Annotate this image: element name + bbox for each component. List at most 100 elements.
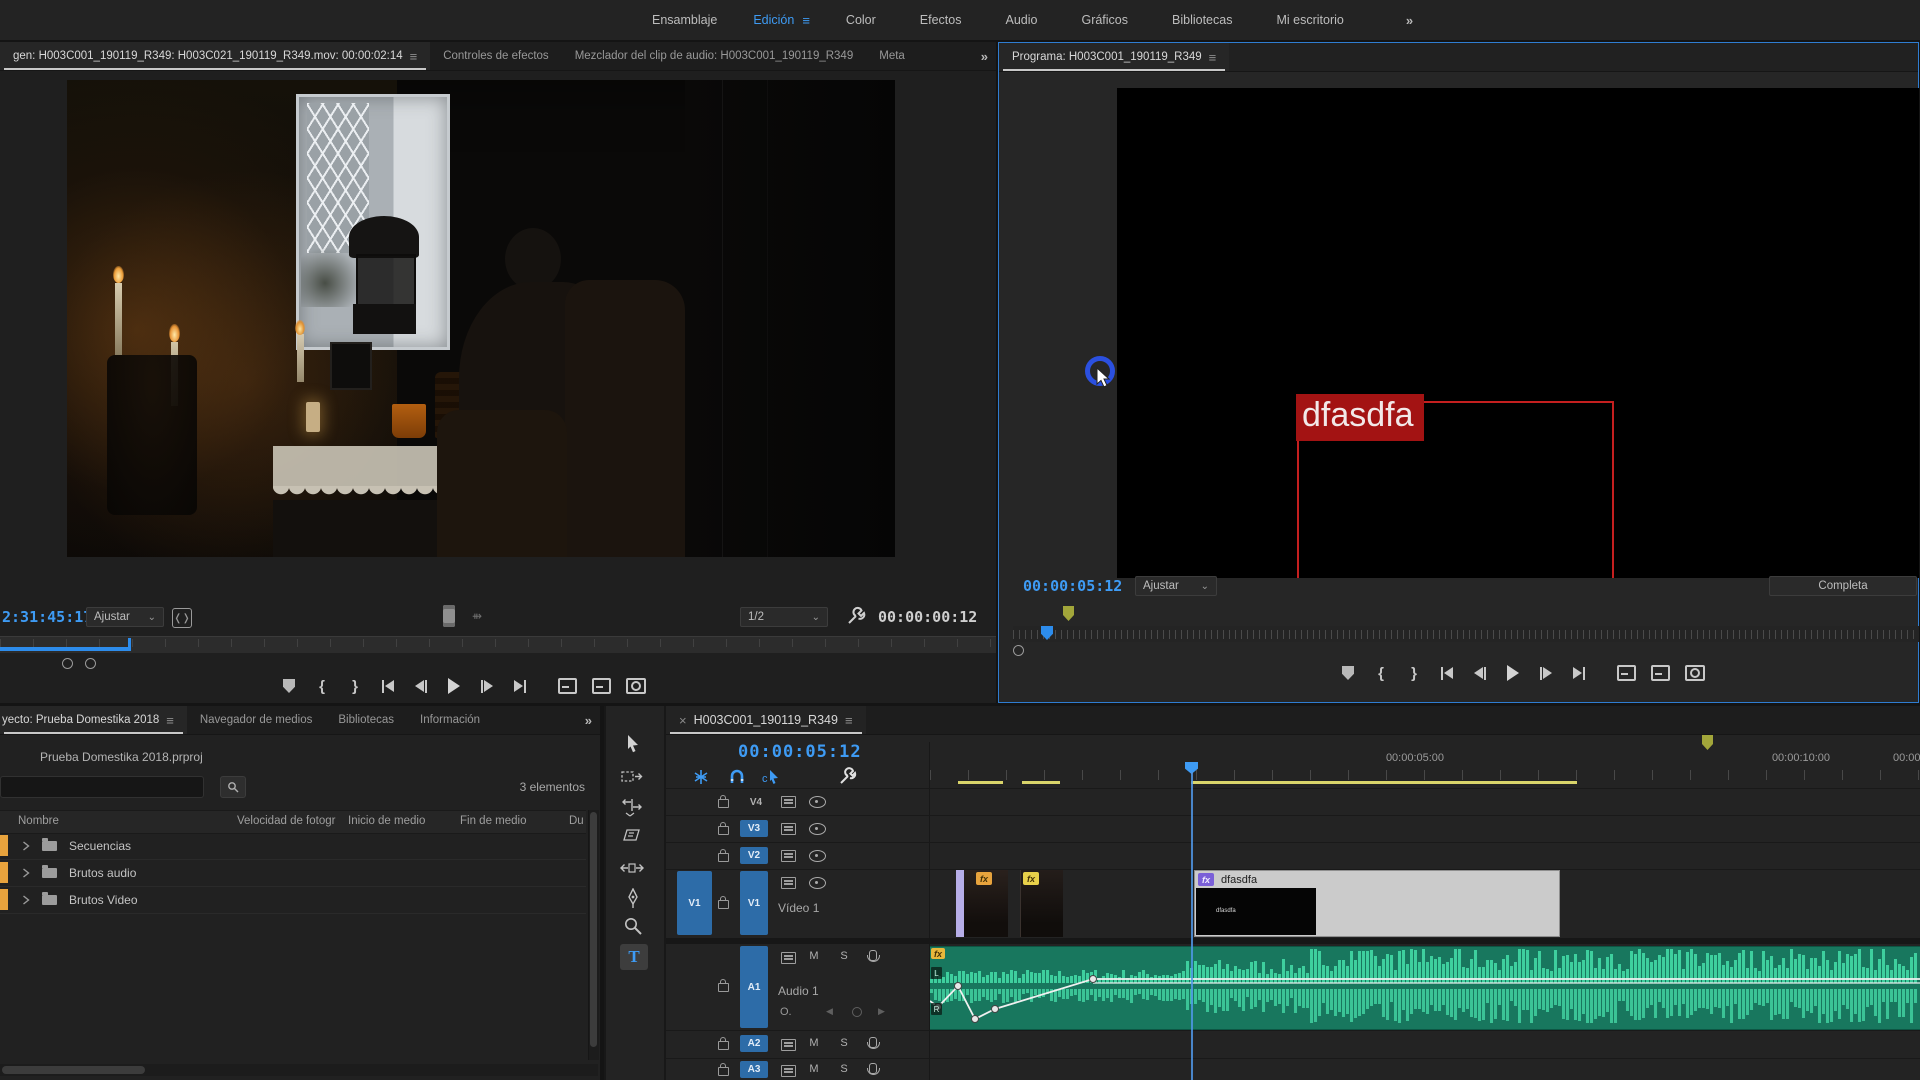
workspace-tab-efectos[interactable]: Efectos [898,13,984,27]
panel-menu-icon[interactable]: ≡ [166,713,174,728]
go-to-out-button[interactable] [511,676,529,696]
mic-icon[interactable] [869,1063,877,1074]
step-forward-button[interactable] [1537,663,1555,683]
panel-menu-icon[interactable]: ≡ [1209,50,1217,65]
solo-button[interactable]: S [837,1037,851,1049]
volume-rubber-band[interactable] [930,947,1920,1029]
column-header-velocidad[interactable]: Velocidad de fotogr [237,815,335,827]
solo-button[interactable]: S [837,950,851,962]
tab-audio-clip-mixer[interactable]: Mezclador del clip de audio: H003C001_19… [562,42,867,70]
track-select-tool[interactable] [621,768,643,786]
project-horizontal-scrollbar[interactable] [0,1064,598,1076]
add-marker-button[interactable] [1339,663,1357,683]
sync-lock-icon[interactable] [781,796,796,808]
bin-row-brutos-video[interactable]: Brutos Video [0,886,586,914]
step-forward-button[interactable] [478,676,496,696]
timeline-clip-graphic[interactable]: fx dfasdfa dfasdfa [1194,870,1560,937]
keyframe-display-selector[interactable]: O. [780,1006,792,1018]
workspace-tab-ensamblaje[interactable]: Ensamblaje [630,13,739,27]
source-in-grip[interactable] [62,658,73,669]
insert-button[interactable] [558,676,577,696]
mark-out-button[interactable]: } [346,676,364,696]
clip-selection-edge[interactable] [956,870,964,937]
play-button[interactable] [445,676,463,696]
scrollbar-thumb[interactable] [2,1066,145,1074]
export-frame-button[interactable] [1685,663,1705,683]
lock-icon[interactable] [718,900,729,909]
tab-media-browser[interactable]: Navegador de medios [187,706,326,734]
workspace-tab-mi-escritorio[interactable]: Mi escritorio [1254,13,1365,27]
track-target-v4[interactable]: V4 [742,794,770,810]
close-icon[interactable]: × [679,713,687,728]
mute-button[interactable]: M [807,950,821,962]
chevron-right-icon[interactable] [22,868,30,878]
workspace-tab-color[interactable]: Color [824,13,898,27]
nest-toggle-icon[interactable] [692,768,710,786]
workspace-tab-bibliotecas[interactable]: Bibliotecas [1150,13,1254,27]
mute-button[interactable]: M [807,1037,821,1049]
label-color-chip[interactable] [0,862,8,883]
project-vertical-scrollbar[interactable] [588,810,599,1060]
project-search-input[interactable] [0,776,204,798]
track-name-video1[interactable]: Vídeo 1 [778,901,819,915]
timeline-clip-video-1[interactable]: fx [956,870,1008,937]
linked-selection-icon[interactable]: c [762,768,782,786]
timeline-settings-wrench-icon[interactable] [838,766,858,786]
mark-out-button[interactable]: } [1405,663,1423,683]
project-file-name[interactable]: Prueba Domestika 2018.prproj [40,750,203,764]
program-quality-select[interactable]: Completa [1769,576,1917,596]
bin-name[interactable]: Secuencias [69,839,131,853]
source-settings-icon[interactable]: ⇻ [472,610,492,622]
text-overlay-highlighted[interactable]: dfasdfa [1296,394,1424,441]
bin-row-secuencias[interactable]: Secuencias [0,832,586,860]
source-wrench-icon[interactable] [845,605,867,627]
workspace-tab-edicion[interactable]: Edición ≡ [739,13,824,28]
source-button-editor-icon[interactable] [443,605,455,627]
source-resolution-select[interactable]: 1/2⌄ [740,607,828,627]
ripple-edit-tool[interactable] [621,798,643,818]
sync-lock-icon[interactable] [781,952,796,964]
go-to-in-button[interactable] [1438,663,1456,683]
track-name-audio1[interactable]: Audio 1 [778,984,819,998]
pen-tool[interactable] [623,888,643,910]
track-target-a2[interactable]: A2 [740,1035,768,1052]
lock-icon[interactable] [718,799,729,808]
mic-icon[interactable] [869,950,877,961]
extract-button[interactable] [1651,663,1670,683]
timeline-clip-video-2[interactable]: fx [1020,870,1063,937]
source-patch-v1[interactable]: V1 [677,871,712,935]
source-fit-select[interactable]: Ajustar⌄ [86,607,164,627]
scrollbar-thumb[interactable] [590,812,597,1047]
lock-icon[interactable] [718,983,729,992]
sync-lock-icon[interactable] [781,1065,796,1077]
workspace-tab-graficos[interactable]: Gráficos [1059,13,1150,27]
eye-icon[interactable] [809,823,826,835]
program-video-frame[interactable]: dfasdfa [1117,88,1919,578]
column-header-fin[interactable]: Fin de medio [460,815,526,827]
bin-row-brutos-audio[interactable]: Brutos audio [0,859,586,887]
source-video-image[interactable] [67,80,895,557]
workspace-overflow-button[interactable]: » [1406,13,1413,28]
prev-keyframe-button[interactable]: ◀ [826,1006,833,1017]
sync-lock-icon[interactable] [781,850,796,862]
source-out-grip[interactable] [85,658,96,669]
tab-libraries[interactable]: Bibliotecas [325,706,407,734]
export-frame-button[interactable] [626,676,646,696]
eye-icon[interactable] [809,850,826,862]
play-button[interactable] [1504,663,1522,683]
eye-icon[interactable] [809,796,826,808]
program-sequence-marker[interactable] [1063,606,1074,621]
label-color-chip[interactable] [0,889,8,910]
program-scrubber[interactable] [1013,626,1919,642]
chevron-right-icon[interactable] [22,895,30,905]
add-keyframe-button[interactable] [852,1007,862,1017]
panel-menu-icon[interactable]: ≡ [845,713,853,728]
project-tabs-overflow[interactable]: » [585,713,592,728]
mark-in-button[interactable]: { [1372,663,1390,683]
go-to-in-button[interactable] [379,676,397,696]
lock-icon[interactable] [718,826,729,835]
program-fit-select[interactable]: Ajustar⌄ [1135,576,1217,596]
column-header-nombre[interactable]: Nombre [18,815,59,827]
timeline-ruler[interactable]: 00:00:05:00 00:00:10:00 00:00:1 [930,742,1920,786]
lock-icon[interactable] [718,1041,729,1050]
